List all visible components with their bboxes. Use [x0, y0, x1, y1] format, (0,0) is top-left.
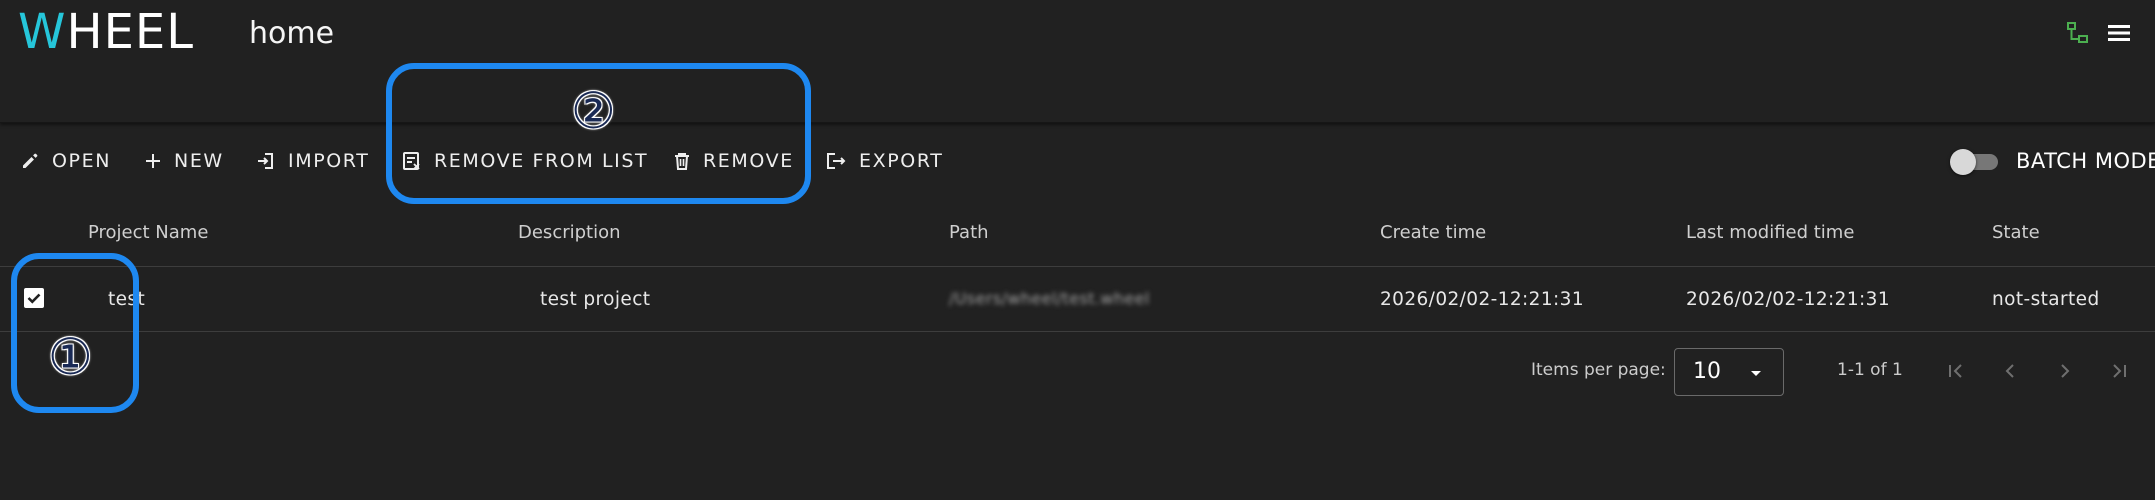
page-range: 1-1 of 1	[1837, 360, 1903, 380]
export-icon	[825, 151, 847, 171]
cell-last-modified-time: 2026/02/02-12:21:31	[1686, 289, 1890, 310]
new-label: NEW	[174, 150, 224, 172]
table-row[interactable]: test test project /Users/wheel/test.whee…	[0, 267, 2155, 332]
network-icon[interactable]	[2067, 22, 2089, 44]
column-path[interactable]: Path	[949, 222, 989, 243]
items-per-page-value: 10	[1693, 359, 1721, 384]
items-per-page-select[interactable]: 10	[1674, 348, 1784, 396]
cell-create-time: 2026/02/02-12:21:31	[1380, 289, 1584, 310]
annotation-number-1: ①	[48, 328, 93, 386]
annotation-number-2: ②	[571, 82, 616, 140]
new-button[interactable]: NEW	[144, 140, 224, 182]
column-create-time[interactable]: Create time	[1380, 222, 1486, 243]
table-header: Project Name Description Path Create tim…	[0, 200, 2155, 267]
open-button[interactable]: OPEN	[20, 140, 111, 182]
pencil-icon	[20, 151, 40, 171]
cell-path: /Users/wheel/test.wheel	[949, 289, 1150, 308]
import-button[interactable]: IMPORT	[256, 140, 369, 182]
first-page-icon[interactable]	[1943, 358, 1969, 384]
export-label: EXPORT	[859, 150, 944, 172]
export-button[interactable]: EXPORT	[825, 140, 943, 182]
plus-icon	[144, 152, 162, 170]
cell-description: test project	[540, 289, 651, 310]
toggle-thumb	[1950, 149, 1976, 175]
project-toolbar: OPEN NEW IMPORT REMOVE FROM LIST REMOVE …	[0, 140, 2155, 182]
import-icon	[256, 151, 276, 171]
page-title: home	[249, 16, 335, 51]
wheel-logo[interactable]: WHEEL	[18, 4, 194, 60]
open-label: OPEN	[52, 150, 112, 172]
batch-mode-toggle[interactable]	[1950, 146, 2000, 176]
column-last-modified-time[interactable]: Last modified time	[1686, 222, 1854, 243]
items-per-page-label: Items per page:	[1531, 360, 1666, 380]
last-page-icon[interactable]	[2106, 358, 2132, 384]
import-label: IMPORT	[288, 150, 370, 172]
column-state[interactable]: State	[1992, 222, 2040, 243]
dropdown-arrow-icon	[1748, 365, 1764, 381]
column-description[interactable]: Description	[518, 222, 621, 243]
app-header: WHEEL home	[0, 0, 2155, 123]
next-page-icon[interactable]	[2052, 358, 2078, 384]
batch-mode-control: BATCH MODE	[1950, 140, 2155, 182]
cell-state: not-started	[1992, 289, 2100, 310]
column-project-name[interactable]: Project Name	[88, 222, 208, 243]
previous-page-icon[interactable]	[1997, 358, 2023, 384]
project-table: Project Name Description Path Create tim…	[0, 200, 2155, 332]
menu-icon[interactable]	[2106, 20, 2132, 46]
batch-mode-label: BATCH MODE	[2016, 149, 2155, 173]
